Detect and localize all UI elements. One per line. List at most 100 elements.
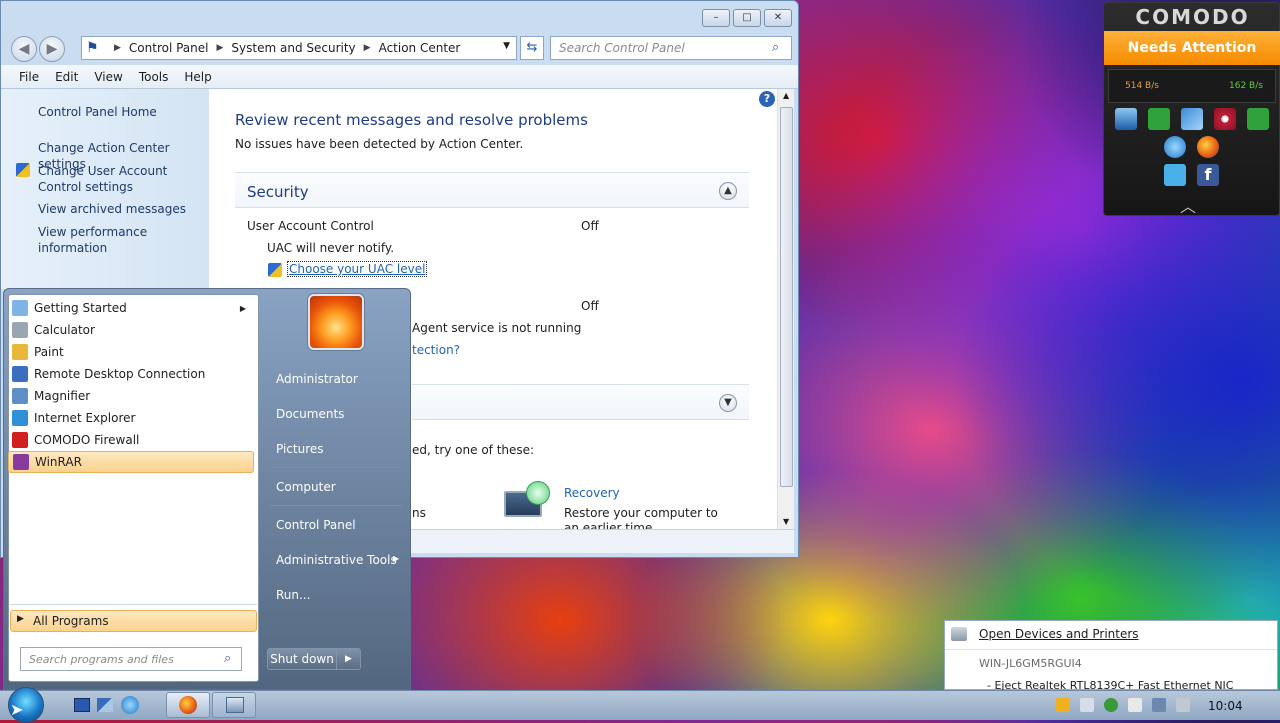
menu-file[interactable]: File (11, 70, 47, 84)
menu-help[interactable]: Help (176, 70, 219, 84)
collapse-chevron-icon[interactable]: ▲ (719, 182, 737, 200)
scroll-up-icon[interactable]: ▲ (783, 91, 789, 100)
expand-chevron-icon[interactable]: ▼ (719, 394, 737, 412)
start-program-item[interactable]: COMODO Firewall (8, 429, 254, 451)
recovery-description: Restore your computer to (564, 506, 718, 520)
address-dropdown-icon[interactable]: ▼ (503, 41, 510, 51)
comodo-tasks-icon[interactable] (1115, 108, 1137, 130)
link-view-performance-information[interactable]: View performance information (38, 224, 209, 256)
search-icon[interactable]: ⌕ (772, 40, 779, 55)
facebook-icon[interactable]: f (1197, 164, 1219, 186)
comodo-update-icon[interactable] (1148, 108, 1170, 130)
row2-text: Agent service is not running (412, 321, 582, 335)
all-programs-button[interactable]: ▶ All Programs (10, 610, 257, 632)
switch-windows-icon[interactable] (97, 698, 113, 712)
start-item-run[interactable]: Run... (276, 588, 310, 602)
search-icon[interactable]: ⌕ (224, 651, 231, 666)
comodo-status-button[interactable]: Needs Attention (1104, 31, 1280, 65)
tray-flag-icon[interactable] (1128, 698, 1142, 712)
start-program-label: Calculator (34, 323, 95, 337)
comodo-windows-icon[interactable] (1181, 108, 1203, 130)
tray-volume-muted-icon[interactable] (1176, 698, 1190, 712)
start-item-documents[interactable]: Documents (276, 407, 344, 421)
start-search-input[interactable]: Search programs and files (20, 647, 242, 671)
printer-icon (951, 627, 967, 641)
start-item-computer[interactable]: Computer (276, 480, 336, 494)
scroll-down-icon[interactable]: ▼ (783, 517, 789, 526)
start-program-item[interactable]: Paint (8, 341, 254, 363)
divider (945, 649, 1277, 650)
start-item-administrative-tools[interactable]: Administrative Tools (276, 553, 397, 567)
download-speed: 514 B/s (1125, 81, 1159, 91)
minimize-button[interactable]: – (702, 9, 730, 27)
row2-link[interactable]: tection? (412, 343, 460, 357)
shutdown-button[interactable]: Shut down (267, 648, 337, 670)
start-program-item[interactable]: Calculator (8, 319, 254, 341)
vertical-scrollbar[interactable]: ▲ ▼ (777, 89, 794, 529)
search-control-panel-input[interactable]: Search Control Panel (550, 36, 792, 60)
address-bar[interactable]: ⚑ ▶ Control Panel ▶ System and Security … (81, 36, 517, 60)
maintenance-section-header[interactable]: ▼ (412, 384, 749, 420)
comodo-record-icon[interactable] (1214, 108, 1236, 130)
tray-comodo-alert-icon[interactable] (1056, 698, 1070, 712)
start-item-control-panel[interactable]: Control Panel (276, 518, 356, 532)
back-button[interactable]: ◀ (11, 36, 37, 62)
chevron-up-icon[interactable]: ︿ (1180, 193, 1196, 217)
help-icon[interactable]: ? (759, 91, 775, 107)
address-row: ◀ ▶ ⚑ ▶ Control Panel ▶ System and Secur… (1, 33, 798, 63)
maximize-button[interactable]: □ (733, 9, 761, 27)
breadcrumb-action-center[interactable]: Action Center (379, 41, 461, 55)
shutdown-options-icon[interactable]: ▶ (337, 648, 361, 670)
taskbar-firefox-button[interactable] (166, 692, 210, 718)
mouse-cursor-icon: ➤ (10, 700, 24, 719)
recovery-description-2: an earlier time (564, 521, 653, 529)
user-avatar[interactable] (308, 294, 364, 350)
security-section-header[interactable]: Security ▲ (235, 172, 749, 208)
start-program-item[interactable]: Remote Desktop Connection (8, 363, 254, 385)
paint-icon (12, 344, 28, 360)
internet-explorer-icon[interactable] (1164, 136, 1186, 158)
tray-devices-icon[interactable] (1080, 698, 1094, 712)
link-view-archived-messages[interactable]: View archived messages (38, 201, 186, 217)
choose-uac-level-link[interactable]: Choose your UAC level (286, 261, 428, 277)
link-control-panel-home[interactable]: Control Panel Home (38, 104, 157, 120)
menu-edit[interactable]: Edit (47, 70, 86, 84)
start-program-item[interactable]: Magnifier (8, 385, 254, 407)
eject-nic-item[interactable]: - Eject Realtek RTL8139C+ Fast Ethernet … (987, 679, 1233, 690)
twitter-icon[interactable] (1164, 164, 1186, 186)
scrollbar-thumb[interactable] (780, 107, 793, 487)
link-change-uac-settings[interactable]: Change User Account Control settings (38, 163, 206, 195)
start-program-label: Magnifier (34, 389, 91, 403)
all-programs-label: All Programs (33, 614, 109, 628)
recovery-link[interactable]: Recovery (564, 486, 620, 500)
comodo-brand: COMODO (1135, 5, 1250, 29)
breadcrumb-control-panel[interactable]: Control Panel (129, 41, 209, 55)
menu-tools[interactable]: Tools (131, 70, 177, 84)
taskbar-clock[interactable]: 10:04 (1208, 699, 1243, 713)
forward-button[interactable]: ▶ (39, 36, 65, 62)
arrow-right-icon: ▶ (393, 554, 400, 563)
comodo-support-icon[interactable] (1247, 108, 1269, 130)
internet-explorer-icon (12, 410, 28, 426)
start-item-pictures[interactable]: Pictures (276, 442, 324, 456)
start-program-item[interactable]: Getting Started ▶ (8, 297, 254, 319)
tray-network-icon[interactable] (1152, 698, 1166, 712)
taskbar-control-panel-button[interactable] (212, 692, 256, 718)
security-title[interactable]: Security (247, 183, 309, 201)
start-item-administrator[interactable]: Administrator (276, 372, 358, 386)
breadcrumb-system-security[interactable]: System and Security (231, 41, 355, 55)
tray-action-center-icon[interactable] (1104, 698, 1118, 712)
control-panel-icon (226, 697, 244, 713)
start-program-item[interactable]: WinRAR (8, 451, 254, 473)
start-program-item[interactable]: Internet Explorer (8, 407, 254, 429)
divider (270, 467, 402, 468)
menu-view[interactable]: View (86, 70, 130, 84)
show-desktop-icon[interactable] (74, 698, 90, 712)
firefox-icon[interactable] (1197, 136, 1219, 158)
open-devices-printers-link[interactable]: Open Devices and Printers (979, 627, 1139, 641)
refresh-icon[interactable]: ⇆ (520, 36, 544, 60)
internet-explorer-icon[interactable] (121, 696, 139, 714)
close-button[interactable]: ✕ (764, 9, 792, 27)
getting-started-icon (12, 300, 28, 316)
breadcrumb-separator-icon: ▶ (363, 43, 371, 53)
